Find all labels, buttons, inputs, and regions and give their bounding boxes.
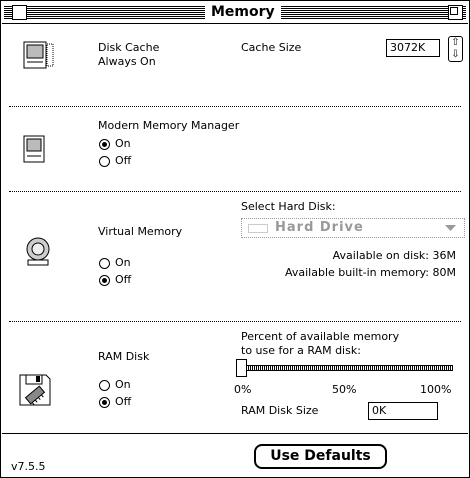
cache-size-label: Cache Size	[241, 41, 302, 54]
disk-cache-icon	[23, 41, 54, 69]
modern-memory-on-radio[interactable]	[99, 139, 110, 150]
ram-disk-size-field[interactable]: 0K	[368, 402, 438, 420]
footer-divider	[2, 433, 468, 434]
modern-memory-manager-label: Modern Memory Manager	[98, 119, 240, 132]
percent-label-line1: Percent of available memory	[241, 330, 400, 343]
hard-disk-name: Hard Drive	[275, 220, 364, 235]
virtual-memory-icon	[26, 237, 50, 266]
available-on-disk: Available on disk: 36M	[332, 249, 456, 262]
ram-disk-slider-thumb[interactable]	[236, 359, 247, 377]
ram-disk-size-label: RAM Disk Size	[241, 404, 319, 417]
ram-disk-slider-track[interactable]	[241, 365, 453, 371]
section-divider	[9, 191, 461, 192]
ram-disk-label: RAM Disk	[98, 350, 150, 363]
title-bar[interactable]: Memory	[2, 2, 468, 24]
virtual-memory-on-radio[interactable]	[99, 258, 110, 269]
section-divider	[9, 321, 461, 322]
virtual-memory-off-radio[interactable]	[99, 275, 110, 286]
stepper-down-icon[interactable]: ⇩	[449, 49, 462, 61]
slider-tick-0: 0%	[234, 383, 252, 396]
slider-tick-50: 50%	[332, 383, 357, 396]
virtual-memory-on-label[interactable]: On	[115, 256, 131, 270]
close-box[interactable]	[12, 5, 27, 20]
ram-disk-on-radio[interactable]	[99, 380, 110, 391]
slider-tick-100: 100%	[420, 383, 452, 396]
stepper-up-icon[interactable]: ⇧	[449, 37, 462, 49]
section-divider	[9, 106, 461, 107]
ram-disk-off-label[interactable]: Off	[115, 395, 131, 409]
ram-disk-on-label[interactable]: On	[115, 378, 131, 392]
zoom-box[interactable]	[448, 5, 463, 20]
virtual-memory-off-label[interactable]: Off	[115, 273, 131, 287]
virtual-memory-label: Virtual Memory	[98, 225, 183, 238]
hard-disk-popup[interactable]: Hard Drive	[241, 218, 465, 238]
disk-cache-status: Always On	[98, 55, 156, 68]
hard-drive-icon	[248, 224, 268, 233]
modern-memory-off-label[interactable]: Off	[115, 154, 131, 168]
popup-arrow-icon	[445, 225, 456, 231]
disk-cache-label: Disk Cache	[98, 41, 160, 54]
select-hard-disk-label: Select Hard Disk:	[241, 200, 336, 213]
ram-disk-off-radio[interactable]	[99, 397, 110, 408]
window-title: Memory	[205, 3, 281, 22]
available-builtin-memory: Available built-in memory: 80M	[284, 266, 456, 279]
modern-memory-on-label[interactable]: On	[115, 137, 131, 151]
version-label: v7.5.5	[11, 460, 46, 473]
percent-label-line2: to use for a RAM disk:	[241, 344, 361, 357]
modern-memory-manager-icon	[23, 135, 45, 163]
use-defaults-button[interactable]: Use Defaults	[254, 444, 387, 469]
memory-control-panel-window: Memory Disk Cache Always On Cache Size 3…	[0, 0, 470, 478]
modern-memory-off-radio[interactable]	[99, 156, 110, 167]
ram-disk-icon	[19, 374, 51, 406]
cache-size-stepper[interactable]: ⇧ ⇩	[448, 36, 463, 62]
cache-size-field[interactable]: 3072K	[386, 39, 440, 57]
